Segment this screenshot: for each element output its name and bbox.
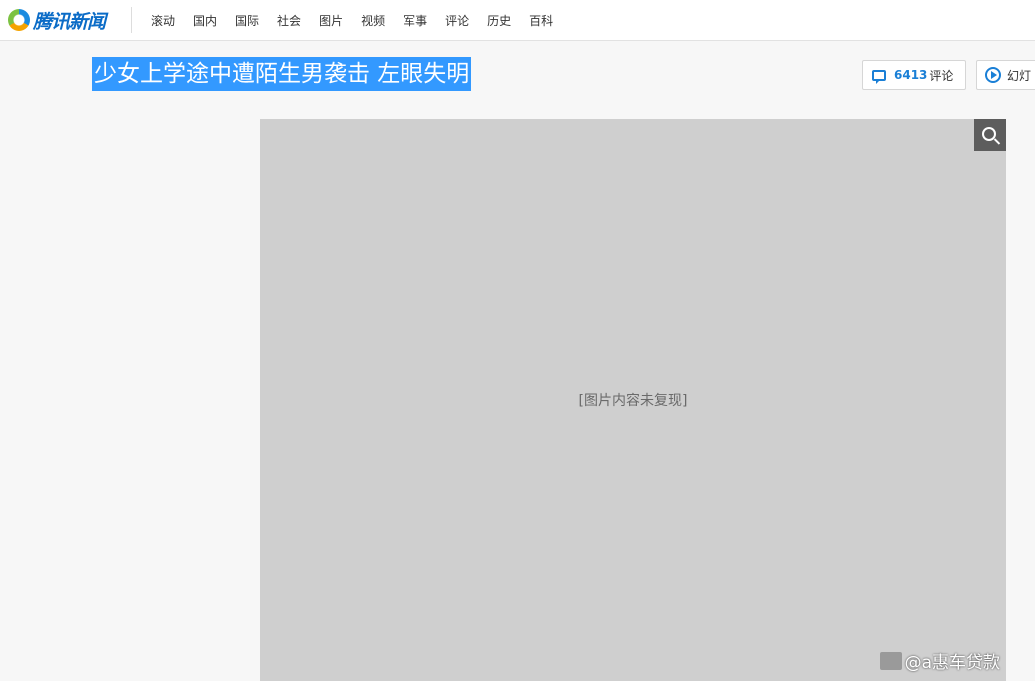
channel-nav: 滚动 国内 国际 社会 图片 视频 军事 评论 历史 百科 <box>151 0 571 40</box>
play-circle-icon <box>985 67 1001 83</box>
nav-item-pictures[interactable]: 图片 <box>319 12 343 29</box>
watermark-logo-icon <box>879 651 902 670</box>
nav-item-military[interactable]: 军事 <box>403 12 427 29</box>
nav-item-video[interactable]: 视频 <box>361 12 385 29</box>
slideshow-label: 幻灯 <box>1007 68 1032 83</box>
nav-item-society[interactable]: 社会 <box>277 12 301 29</box>
nav-item-international[interactable]: 国际 <box>235 12 259 29</box>
tencent-logo-icon <box>8 9 30 31</box>
comments-button[interactable]: 6413 评论 <box>862 60 966 90</box>
photo-watermark: @a惠车贷款 <box>879 648 1000 673</box>
logo-divider <box>131 7 132 33</box>
site-logo[interactable]: 腾讯新闻 <box>8 8 106 33</box>
nav-item-history[interactable]: 历史 <box>487 12 511 29</box>
watermark-text: @a惠车贷款 <box>904 653 1000 673</box>
nav-item-scroll[interactable]: 滚动 <box>151 12 175 29</box>
top-navigation-bar: 腾讯新闻 滚动 国内 国际 社会 图片 视频 军事 评论 历史 百科 <box>0 0 1035 41</box>
site-logo-text: 腾讯新闻 <box>33 10 106 33</box>
zoom-button[interactable] <box>974 119 1006 151</box>
nav-item-commentary[interactable]: 评论 <box>445 12 469 29</box>
photo-placeholder-note: [图片内容未复现] <box>578 393 688 409</box>
search-icon <box>981 126 996 141</box>
comment-bubble-icon <box>872 69 886 84</box>
comment-count: 6413 <box>894 68 928 82</box>
comment-label: 评论 <box>929 68 954 83</box>
article-title: 少女上学途中遭陌生男袭击 左眼失明 <box>92 57 472 91</box>
slideshow-button[interactable]: 幻灯 <box>976 60 1035 90</box>
nav-item-encyclopedia[interactable]: 百科 <box>529 12 553 29</box>
nav-item-domestic[interactable]: 国内 <box>193 12 217 29</box>
article-photo[interactable]: [图片内容未复现] @a惠车贷款 <box>260 119 1006 681</box>
